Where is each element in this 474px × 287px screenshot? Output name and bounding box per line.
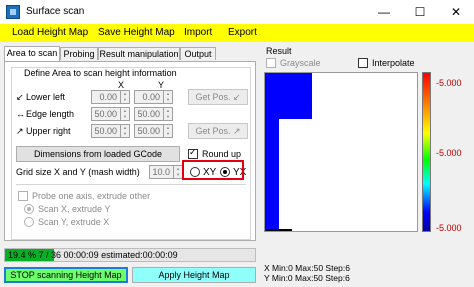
menu-bar: Load Height Map Save Height Map Import E… xyxy=(0,24,474,42)
upper-right-y-spinner[interactable]: ▲ ▼ xyxy=(164,124,173,138)
scale-max-label: -5.000 xyxy=(436,78,462,88)
scan-y-label: Scan Y, extrude X xyxy=(38,217,110,227)
lower-left-y-spinner[interactable]: ▲ ▼ xyxy=(164,90,173,104)
edge-length-y-spinner[interactable]: ▲ ▼ xyxy=(164,107,173,121)
grayscale-checkbox[interactable] xyxy=(266,58,276,68)
define-area-group: Define Area to scan height information X… xyxy=(11,67,251,240)
round-up-checkbox[interactable] xyxy=(188,147,198,159)
menu-save-height-map[interactable]: Save Height Map xyxy=(98,27,175,38)
scanned-region-upper xyxy=(265,73,312,119)
lower-left-y-input[interactable]: 0.00 xyxy=(134,90,164,104)
arrow-down-left-icon: ↙ xyxy=(16,92,24,102)
tab-result-manipulation[interactable]: Result manipulation xyxy=(98,47,180,60)
lower-left-label: Lower left xyxy=(26,92,66,102)
get-pos-label: Get Pos. xyxy=(195,92,231,102)
surface-scan-window: Surface scan — ☐ ✕ Load Height Map Save … xyxy=(0,0,474,287)
upper-right-label: Upper right xyxy=(26,126,71,136)
upper-right-x-spinner[interactable]: ▲ ▼ xyxy=(121,124,130,138)
window-title: Surface scan xyxy=(26,6,85,17)
edge-length-y-input[interactable]: 50.00 xyxy=(134,107,164,121)
scan-x-radio[interactable] xyxy=(24,204,34,214)
lower-left-x-input[interactable]: 0.00 xyxy=(91,90,121,104)
menu-export[interactable]: Export xyxy=(228,27,257,38)
probe-one-axis-label: Probe one axis, extrude other xyxy=(32,191,151,201)
round-up-label: Round up xyxy=(202,149,242,159)
probe-one-axis-checkbox[interactable] xyxy=(18,191,28,201)
scanned-region-left xyxy=(265,119,279,231)
interpolate-label: Interpolate xyxy=(372,58,415,68)
grayscale-label: Grayscale xyxy=(280,58,321,68)
progress-text: 19.4 % 7 / 36 00:00:09 estimated:00:00:0… xyxy=(8,250,178,260)
close-button[interactable]: ✕ xyxy=(438,0,474,24)
xy-yx-highlight-box xyxy=(182,160,244,180)
edge-length-label: Edge length xyxy=(26,109,75,119)
color-scale-bar xyxy=(422,72,431,232)
app-icon xyxy=(6,5,20,19)
arrow-up-right-icon: ↗ xyxy=(16,126,24,136)
arrow-up-right-icon: ↗ xyxy=(232,126,241,136)
y-range-info: Y Min:0 Max:50 Step:6 xyxy=(264,273,350,283)
scan-x-label: Scan X, extrude Y xyxy=(38,204,111,214)
get-pos-upper-right-button[interactable]: Get Pos. ↗ xyxy=(188,123,248,139)
scan-progress-bar: 19.4 % 7 / 36 00:00:09 estimated:00:00:0… xyxy=(4,248,256,262)
maximize-button[interactable]: ☐ xyxy=(402,0,438,24)
scan-y-radio[interactable] xyxy=(24,217,34,227)
title-bar: Surface scan — ☐ ✕ xyxy=(0,0,474,24)
scale-mid-label: -5.000 xyxy=(436,148,462,158)
edge-length-x-spinner[interactable]: ▲ ▼ xyxy=(121,107,130,121)
scan-position-marker xyxy=(266,229,292,231)
get-pos-lower-left-button[interactable]: Get Pos. ↙ xyxy=(188,89,248,105)
dimensions-from-gcode-button[interactable]: Dimensions from loaded GCode xyxy=(16,146,180,162)
tab-output[interactable]: Output xyxy=(180,47,216,60)
separator xyxy=(16,184,246,185)
horizontal-arrows-icon: ↔ xyxy=(16,109,25,119)
column-y-label: Y xyxy=(158,80,165,90)
upper-right-y-input[interactable]: 50.00 xyxy=(134,124,164,138)
tab-area-to-scan[interactable]: Area to scan xyxy=(4,46,60,61)
area-to-scan-panel: Define Area to scan height information X… xyxy=(4,61,256,241)
edge-length-x-input[interactable]: 50.00 xyxy=(91,107,121,121)
column-x-label: X xyxy=(118,80,125,90)
grid-size-label: Grid size X and Y (mash width) xyxy=(16,167,140,177)
lower-left-x-spinner[interactable]: ▲ ▼ xyxy=(121,90,130,104)
height-map-plot xyxy=(264,72,418,232)
apply-height-map-button[interactable]: Apply Height Map xyxy=(132,267,256,283)
menu-load-height-map[interactable]: Load Height Map xyxy=(12,27,88,38)
stop-scanning-button[interactable]: STOP scanning Height Map xyxy=(4,267,128,283)
define-area-title: Define Area to scan height information xyxy=(22,68,179,78)
arrow-down-left-icon: ↙ xyxy=(232,92,241,102)
tab-probing[interactable]: Probing xyxy=(60,47,98,60)
interpolate-checkbox[interactable] xyxy=(358,58,368,68)
menu-import[interactable]: Import xyxy=(184,27,212,38)
grid-size-input[interactable]: 10.0 xyxy=(149,165,174,179)
scale-min-label: -5.000 xyxy=(436,223,462,233)
minimize-button[interactable]: — xyxy=(366,0,402,24)
get-pos-label: Get Pos. xyxy=(195,126,231,136)
x-range-info: X Min:0 Max:50 Step:6 xyxy=(264,263,350,273)
result-title: Result xyxy=(266,46,292,56)
upper-right-x-input[interactable]: 50.00 xyxy=(91,124,121,138)
